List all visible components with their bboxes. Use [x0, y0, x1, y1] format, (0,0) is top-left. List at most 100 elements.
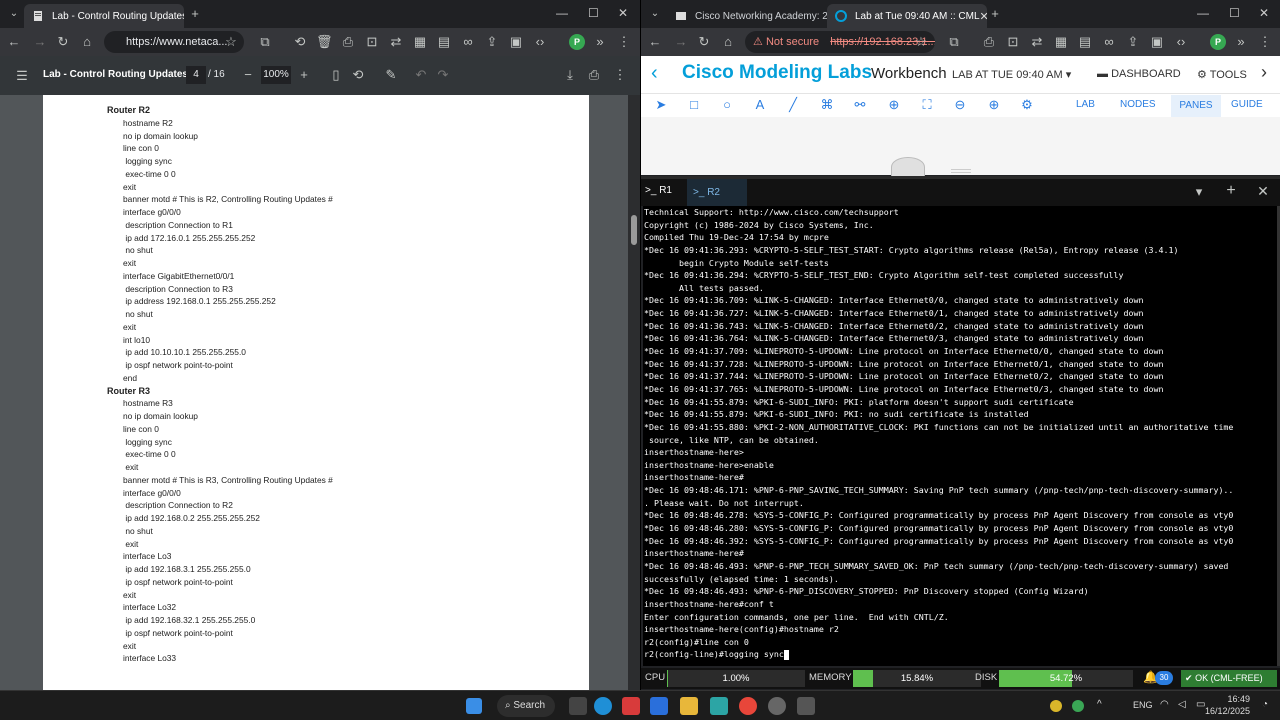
task-view-icon[interactable] — [569, 697, 587, 715]
link-icon[interactable]: ∞ — [460, 34, 476, 50]
more-chevron-icon[interactable]: » — [592, 34, 608, 50]
tray-app-icon[interactable] — [1050, 700, 1062, 712]
print-pdf-icon[interactable]: ⎙ — [586, 67, 602, 83]
volume-icon[interactable]: ◁ — [1178, 699, 1186, 710]
share-icon[interactable]: ⇪ — [484, 34, 500, 50]
nav-guide[interactable]: GUIDE — [1231, 99, 1263, 110]
rotate-icon[interactable]: ⟲ — [350, 67, 366, 83]
close-console-icon[interactable]: ✕ — [1255, 183, 1271, 199]
layout-tool-icon[interactable]: ⌘ — [819, 97, 835, 113]
console-dropdown-icon[interactable]: ▾ — [1191, 184, 1207, 200]
more-chevron-icon[interactable]: » — [1233, 34, 1249, 50]
nav-lab[interactable]: LAB — [1076, 99, 1095, 110]
print-icon[interactable]: ⎙ — [981, 34, 997, 50]
code-icon[interactable]: ‹› — [1173, 34, 1189, 50]
zoom-out-icon[interactable]: − — [240, 67, 256, 83]
grid-icon[interactable]: ▦ — [412, 34, 428, 50]
maximize-icon[interactable]: ☐ — [588, 6, 599, 20]
extensions-icon[interactable]: ⧉ — [946, 34, 962, 50]
collections-icon[interactable]: ▣ — [508, 34, 524, 50]
target-tool-icon[interactable]: ⊕ — [886, 97, 902, 113]
topology-canvas[interactable] — [641, 117, 1280, 177]
reload-icon[interactable]: ↻ — [55, 34, 71, 50]
pdf-viewport[interactable]: Router R2 hostname R2 no ip domain lookup l… — [0, 95, 628, 690]
tray-app-icon-2[interactable] — [1072, 700, 1084, 712]
tools-button[interactable]: ⚙ TOOLS — [1197, 68, 1247, 81]
forward-icon[interactable]: → — [32, 34, 48, 50]
download-icon[interactable]: ⤓ — [562, 67, 578, 83]
forward-chevron-icon[interactable]: › — [1261, 62, 1279, 83]
license-status[interactable]: ✔ OK (CML-FREE) — [1181, 670, 1277, 687]
zoom-in-icon[interactable]: + — [296, 67, 312, 83]
close-tab-icon[interactable]: ✕ — [980, 10, 987, 23]
bookmark-star-icon[interactable]: ☆ — [913, 34, 929, 50]
home-icon[interactable]: ⌂ — [79, 34, 95, 50]
rectangle-tool-icon[interactable]: □ — [686, 97, 702, 113]
extensions-icon[interactable]: ⧉ — [257, 34, 273, 50]
lab-name-dropdown[interactable]: LAB AT TUE 09:40 AM ▾ — [952, 68, 1071, 81]
outlook-icon[interactable] — [650, 697, 668, 715]
ellipse-tool-icon[interactable]: ○ — [719, 97, 735, 113]
draw-icon[interactable]: ✎ — [383, 67, 399, 83]
terminal-app-icon[interactable] — [797, 697, 815, 715]
profile-avatar[interactable]: P — [1210, 34, 1226, 50]
pdf-scrollbar[interactable] — [628, 95, 640, 690]
reader-icon[interactable]: ▤ — [1077, 34, 1093, 50]
file-explorer-icon[interactable] — [680, 697, 698, 715]
cml-brand[interactable]: Cisco Modeling Labs — [682, 62, 872, 84]
close-window-icon[interactable]: ✕ — [1259, 6, 1269, 20]
fit-page-icon[interactable]: ▯ — [328, 67, 344, 83]
tab-search-icon[interactable]: ⌄ — [6, 6, 22, 22]
translate-icon[interactable]: ⇄ — [1029, 34, 1045, 50]
windows-start-icon[interactable] — [466, 698, 482, 714]
delete-icon[interactable]: 🗑 — [316, 34, 333, 50]
tab-search-icon[interactable]: ⌄ — [647, 6, 663, 22]
console-tab-r1[interactable]: >_ R1 — [645, 185, 672, 196]
back-icon[interactable]: ← — [647, 34, 663, 50]
profile-avatar[interactable]: P — [569, 34, 585, 50]
maximize-icon[interactable]: ☐ — [1229, 6, 1240, 20]
pointer-tool-icon[interactable]: ➤ — [653, 97, 669, 113]
dashboard-button[interactable]: ▬ DASHBOARD — [1097, 68, 1181, 80]
zoom-input[interactable]: 100% — [261, 66, 291, 84]
console-tab-r2[interactable]: >_ R2 — [687, 179, 747, 206]
clock-time[interactable]: 16:49 — [1214, 694, 1250, 704]
text-tool-icon[interactable]: A — [752, 97, 768, 113]
connect-tool-icon[interactable]: ⚯ — [852, 97, 868, 113]
menu-dots-icon[interactable]: ⋮ — [616, 34, 632, 50]
chrome-icon[interactable] — [739, 697, 757, 715]
screenshot-icon[interactable]: ⊡ — [1005, 34, 1021, 50]
code-icon[interactable]: ‹› — [532, 34, 548, 50]
collections-icon[interactable]: ▣ — [1149, 34, 1165, 50]
minimize-icon[interactable]: — — [1197, 6, 1209, 20]
reload-icon[interactable]: ↻ — [696, 34, 712, 50]
redo-icon[interactable]: ↷ — [435, 67, 451, 83]
taskbar-search[interactable]: ⌕ Search — [497, 695, 555, 717]
translate-icon[interactable]: ⇄ — [388, 34, 404, 50]
print-icon[interactable]: ⎙ — [340, 34, 356, 50]
grid-icon[interactable]: ▦ — [1053, 34, 1069, 50]
app-circle-icon[interactable] — [768, 697, 786, 715]
screenshot-icon[interactable]: ⊡ — [364, 34, 380, 50]
close-window-icon[interactable]: ✕ — [618, 6, 628, 20]
line-tool-icon[interactable]: ╱ — [785, 97, 801, 113]
edge-icon[interactable] — [594, 697, 612, 715]
new-tab-button[interactable]: + — [987, 6, 1003, 22]
url-field[interactable]: ⚠ Not secure https://192.168.23.1... — [745, 31, 935, 53]
router-node-icon[interactable] — [891, 157, 925, 177]
back-icon[interactable]: ← — [6, 34, 22, 50]
fit-screen-icon[interactable]: ⛶ — [919, 97, 935, 113]
hamburger-menu-icon[interactable]: ☰ — [14, 68, 30, 84]
zoom-in-icon[interactable]: ⊕ — [986, 97, 1002, 113]
minimize-icon[interactable]: — — [556, 6, 568, 20]
language-indicator[interactable]: ENG — [1133, 700, 1153, 710]
zoom-out-icon[interactable]: ⊖ — [952, 97, 968, 113]
nav-panes[interactable]: PANES — [1171, 95, 1221, 117]
tab-lab-pdf[interactable]: Lab - Control Routing Updates ✕ — [24, 4, 184, 28]
undo-icon[interactable]: ↶ — [413, 67, 429, 83]
app-w-icon[interactable] — [622, 697, 640, 715]
pdf-scroll-thumb[interactable] — [631, 215, 637, 245]
add-console-icon[interactable]: + — [1223, 183, 1239, 199]
page-number-input[interactable]: 4 — [186, 66, 206, 84]
pdf-more-icon[interactable]: ⋮ — [612, 67, 628, 83]
